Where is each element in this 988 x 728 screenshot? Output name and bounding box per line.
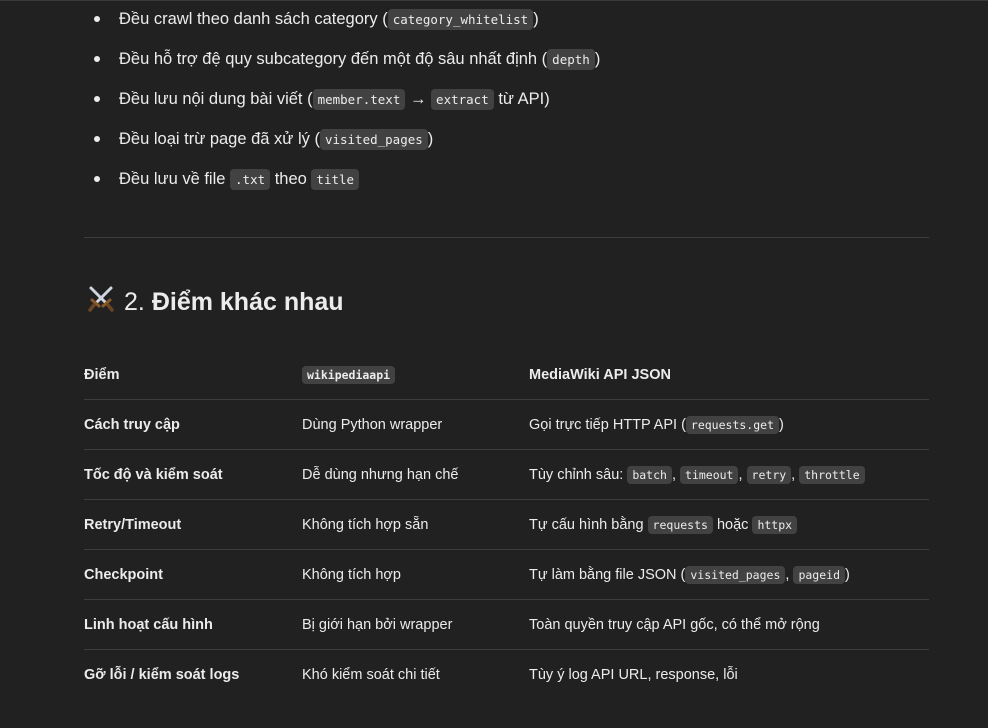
heading-number: 2. [124, 288, 145, 316]
table-cell: Dễ dùng nhưng hạn chế [302, 466, 459, 483]
heading-title: Điểm khác nhau [151, 288, 344, 316]
table-row: Linh hoạt cấu hình Bị giới hạn bởi wrapp… [84, 600, 929, 650]
inline-code: retry [746, 465, 792, 484]
inline-code: pageid [793, 565, 845, 584]
cell-text: hoặc [712, 516, 753, 533]
table-cell: Toàn quyền truy cập API gốc, có thể mở r… [529, 600, 929, 650]
cell-text: ) [779, 416, 784, 433]
table-row: Gỡ lỗi / kiểm soát logs Khó kiểm soát ch… [84, 650, 929, 700]
similarities-list: Đều crawl theo danh sách category (categ… [84, 8, 929, 208]
table-cell: Không tích hợp sẵn [302, 516, 429, 533]
inline-code: member.text [312, 89, 406, 110]
inline-code: batch [627, 465, 672, 484]
table-cell: Tùy ý log API URL, response, lỗi [529, 650, 929, 700]
list-item-text: Đều loại trừ page đã xử lý ( [119, 130, 320, 148]
table-cell: Dùng Python wrapper [302, 416, 443, 433]
table-cell: Tốc độ và kiểm soát [84, 466, 223, 483]
list-item: Đều lưu về file .txt theo title [84, 168, 929, 208]
list-item: Đều hỗ trợ đệ quy subcategory đến một độ… [84, 48, 929, 88]
top-divider [0, 0, 988, 1]
table-cell: Không tích hợp [302, 566, 401, 583]
section-divider [84, 237, 929, 238]
table-cell: Bị giới hạn bởi wrapper [302, 616, 453, 633]
table-row: Retry/Timeout Không tích hợp sẵn Tự cấu … [84, 500, 929, 550]
list-item-text: → [405, 90, 432, 108]
table-cell: Khó kiểm soát chi tiết [302, 666, 440, 683]
cell-text: Gọi trực tiếp HTTP API ( [529, 416, 686, 433]
cell-text: , [671, 466, 681, 483]
inline-code: timeout [680, 465, 739, 484]
list-item: Đều loại trừ page đã xử lý (visited_page… [84, 128, 929, 168]
table-row: Cách truy cập Dùng Python wrapper Gọi tr… [84, 400, 929, 450]
section-heading: 2. Điểm khác nhau [86, 284, 344, 319]
table-cell: Cách truy cập [84, 416, 180, 433]
cell-text: Tự làm bằng file JSON ( [529, 566, 686, 583]
list-item-text: ) [594, 50, 601, 68]
table-header-cell: wikipediaapi [302, 350, 529, 400]
cell-text: Tự cấu hình bằng [529, 516, 648, 533]
inline-code: depth [547, 49, 595, 70]
cell-text: Tùy ý log API URL, response, lỗi [529, 666, 738, 683]
cell-text: ) [845, 566, 850, 583]
table-row: Checkpoint Không tích hợp Tự làm bằng fi… [84, 550, 929, 600]
inline-code: extract [431, 89, 494, 110]
table-cell: Linh hoạt cấu hình [84, 616, 213, 633]
inline-code: requests [647, 515, 713, 534]
list-item-text: Đều lưu về file [119, 170, 231, 188]
comparison-table: Điểm wikipediaapi MediaWiki API JSON Các… [84, 350, 929, 699]
inline-code: title [311, 169, 360, 190]
cell-text: Tùy chỉnh sâu: [529, 466, 628, 483]
inline-code: httpx [752, 515, 798, 534]
table-header-cell: Điểm [84, 366, 120, 383]
crossed-swords-icon [88, 286, 114, 312]
list-item-text: Đều lưu nội dung bài viết ( [119, 90, 313, 108]
table-cell: Checkpoint [84, 566, 163, 583]
table-cell: Tùy chỉnh sâu: batch, timeout, retry, th… [529, 450, 929, 500]
inline-code: visited_pages [685, 565, 786, 584]
table-cell: Gọi trực tiếp HTTP API (requests.get) [529, 400, 929, 450]
list-item: Đều crawl theo danh sách category (categ… [84, 8, 929, 48]
inline-code: visited_pages [319, 129, 428, 150]
list-item: Đều lưu nội dung bài viết (member.text →… [84, 88, 929, 128]
cell-text: Toàn quyền truy cập API gốc, có thể mở r… [529, 616, 820, 633]
table-header-cell: MediaWiki API JSON [529, 366, 671, 383]
list-item-text: Đều crawl theo danh sách category ( [119, 10, 388, 28]
list-item-text: Đều hỗ trợ đệ quy subcategory đến một độ… [119, 50, 548, 68]
table-header-row: Điểm wikipediaapi MediaWiki API JSON [84, 350, 929, 400]
table-cell: Tự làm bằng file JSON (visited_pages, pa… [529, 550, 929, 600]
inline-code: requests.get [685, 415, 779, 434]
inline-code: throttle [799, 465, 865, 484]
list-item-text: ) [533, 10, 539, 28]
list-item-text: theo [270, 170, 312, 188]
list-item-text: từ API) [493, 90, 550, 108]
cell-text: , [738, 466, 747, 483]
table-cell: Gỡ lỗi / kiểm soát logs [84, 666, 240, 683]
table-cell: Retry/Timeout [84, 516, 182, 533]
inline-code: .txt [230, 169, 271, 190]
inline-code: category_whitelist [387, 9, 534, 30]
list-item-text: ) [427, 130, 434, 148]
inline-code: wikipediaapi [302, 365, 396, 384]
table-cell: Tự cấu hình bằng requests hoặc httpx [529, 500, 929, 550]
table-row: Tốc độ và kiểm soát Dễ dùng nhưng hạn ch… [84, 450, 929, 500]
